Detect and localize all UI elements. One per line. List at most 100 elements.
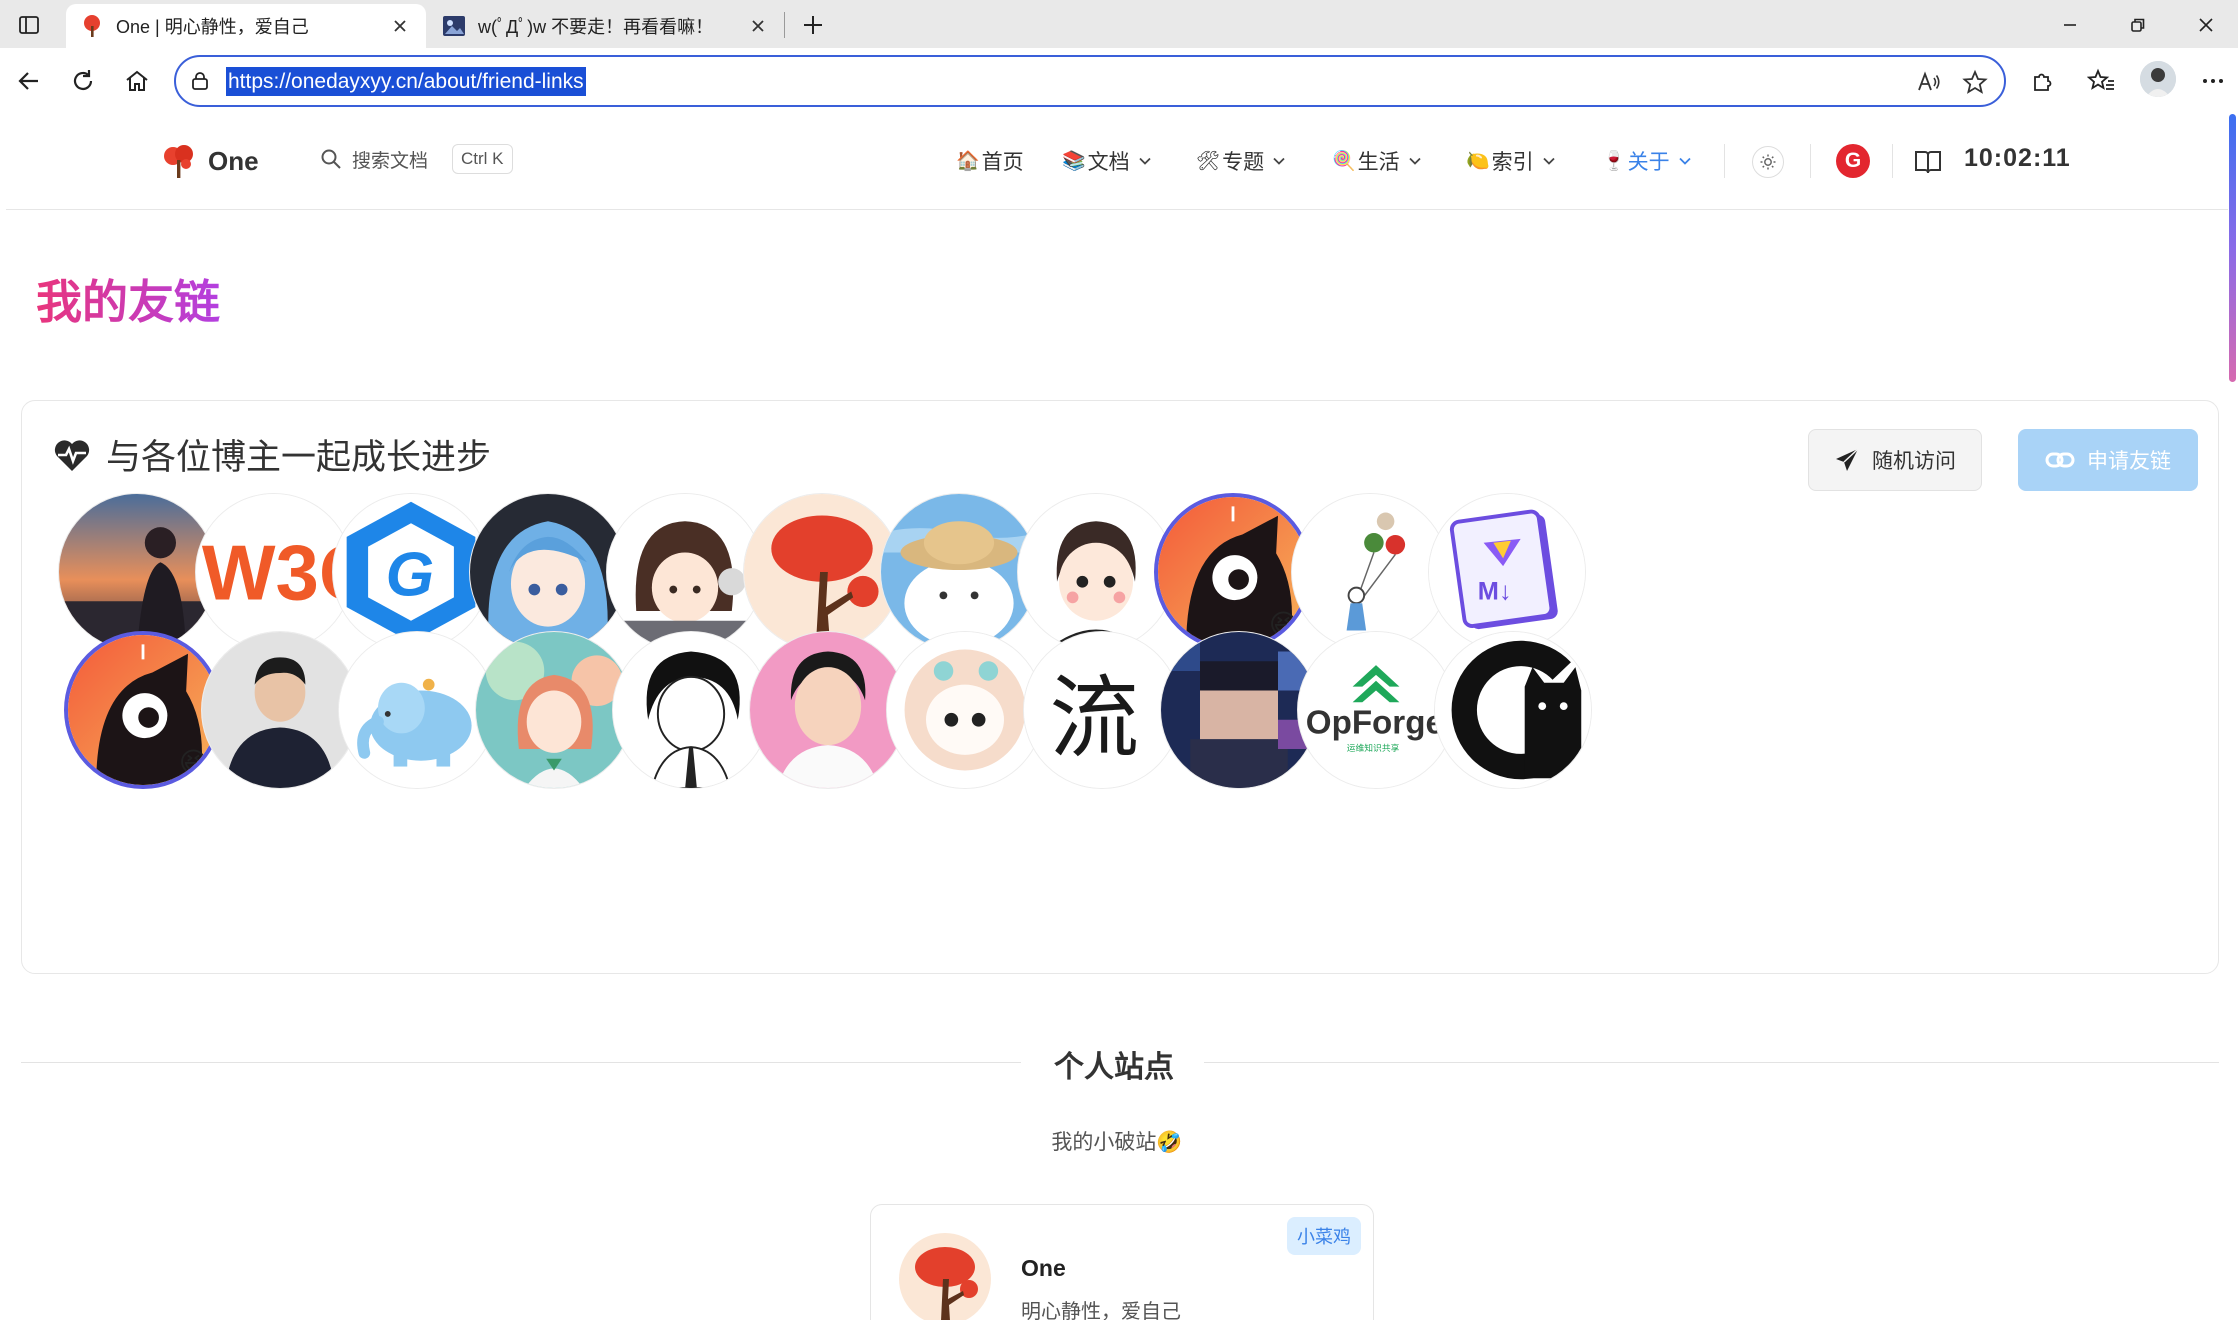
friend-avatar[interactable] [1017, 493, 1175, 651]
settings-more-icon[interactable] [2194, 62, 2232, 100]
friend-avatar[interactable] [749, 631, 907, 789]
opforge-subtext: 运维知识共享 [1347, 742, 1400, 754]
friend-avatar[interactable] [880, 493, 1038, 651]
tools-icon: 🛠 [1196, 151, 1221, 172]
friend-avatar-monster[interactable]: 😆 [1154, 493, 1312, 651]
house-icon: 🏠 [956, 151, 980, 172]
section-divider-right [1204, 1062, 2219, 1063]
nav-label: 专题 [1222, 151, 1265, 174]
sun-icon [1760, 154, 1776, 170]
site-brand[interactable]: One [160, 142, 259, 180]
friend-avatar[interactable] [606, 493, 764, 651]
books-icon: 📚 [1062, 151, 1086, 172]
section-divider-left [21, 1062, 1021, 1063]
search-shortcut: Ctrl K [452, 144, 513, 174]
favorites-icon[interactable] [2082, 62, 2120, 100]
lock-icon[interactable] [186, 67, 214, 95]
chevron-down-icon [1409, 157, 1421, 165]
favorite-star-icon[interactable] [1960, 67, 1990, 97]
panel-title: 与各位博主一起成长进步 [52, 429, 491, 480]
g-label: G [1844, 149, 1862, 172]
tab-title: w(ﾟДﾟ)w 不要走！再看看嘛！ [478, 17, 714, 37]
minimize-button[interactable] [2050, 8, 2090, 42]
restore-button[interactable] [2118, 8, 2158, 42]
web-page: One 搜索文档 Ctrl K 🏠 首页 📚 文档 🛠 专题 🍭 生活 🍋 索引… [6, 114, 2230, 1320]
image-favicon-icon [443, 16, 465, 36]
browser-tab-bar: One | 明心静性，爱自己 w(ﾟДﾟ)w 不要走！再看看嘛！ [0, 0, 2238, 48]
site-card[interactable]: One 明心静性，爱自己 小菜鸡 [870, 1204, 1374, 1320]
friend-avatar-w3c[interactable]: W3C [195, 493, 353, 651]
lemon-icon: 🍋 [1466, 151, 1490, 172]
g-cube-text: G [386, 540, 435, 609]
friend-avatar[interactable] [886, 631, 1044, 789]
friend-avatar[interactable] [475, 631, 633, 789]
nav-label: 索引 [1491, 151, 1534, 174]
back-button[interactable] [10, 62, 48, 100]
home-button[interactable] [118, 62, 156, 100]
heartbeat-icon [54, 439, 90, 471]
card-description: 明心静性，爱自己 [1021, 1301, 1181, 1320]
tab-actions-icon[interactable] [14, 10, 44, 40]
wine-icon: 🍷 [1602, 151, 1626, 172]
nav-home[interactable]: 🏠 首页 [956, 144, 1024, 178]
apply-label: 申请友链 [2087, 450, 2171, 473]
friend-avatar-opforge[interactable]: OpForge 运维知识共享 [1297, 631, 1455, 789]
nav-life[interactable]: 🍭 生活 [1332, 144, 1422, 178]
close-window-button[interactable] [2186, 8, 2226, 42]
nav-index[interactable]: 🍋 索引 [1466, 144, 1556, 178]
friend-avatar-tree[interactable] [743, 493, 901, 651]
friend-avatar-monster[interactable]: 😆 [64, 631, 222, 789]
friend-avatar[interactable] [1291, 493, 1449, 651]
random-visit-button[interactable]: 随机访问 [1808, 429, 1982, 491]
theme-toggle-button[interactable] [1752, 146, 1784, 178]
extensions-icon[interactable] [2024, 62, 2062, 100]
friend-avatar-markdown[interactable]: M↓ [1428, 493, 1586, 651]
profile-avatar[interactable] [2140, 61, 2176, 97]
nav-divider [1892, 144, 1893, 178]
close-tab-icon[interactable] [388, 14, 412, 38]
g-logo-icon[interactable]: G [1836, 144, 1870, 178]
tree-logo-icon [164, 145, 193, 178]
card-tag: 小菜鸡 [1287, 1217, 1361, 1255]
close-tab-icon[interactable] [746, 14, 770, 38]
new-tab-button[interactable] [796, 8, 830, 42]
friend-avatar-g-cube[interactable]: G [332, 493, 490, 651]
random-visit-label: 随机访问 [1872, 450, 1956, 473]
calligraphy-text: 流 [1049, 667, 1139, 771]
link-icon [2045, 452, 2075, 468]
friend-avatar-cat[interactable] [1434, 631, 1592, 789]
friend-avatar-elephant[interactable] [338, 631, 496, 789]
friend-avatar[interactable] [201, 631, 359, 789]
card-name: One [1021, 1255, 1066, 1281]
apply-friend-link-button[interactable]: 申请友链 [2018, 429, 2198, 491]
panel-title-text: 与各位博主一起成长进步 [106, 438, 492, 477]
friend-avatar[interactable] [1160, 631, 1318, 789]
friend-avatar[interactable] [469, 493, 627, 651]
friend-avatar-calligraphy[interactable]: 流 [1023, 631, 1181, 789]
search-icon [321, 149, 341, 169]
friend-avatar[interactable] [612, 631, 770, 789]
search-label: 搜索文档 [352, 150, 429, 172]
lollipop-icon: 🍭 [1332, 151, 1356, 172]
chevron-down-icon [1139, 157, 1151, 165]
nav-docs[interactable]: 📚 文档 [1062, 144, 1152, 178]
doc-search[interactable]: 搜索文档 Ctrl K [320, 144, 513, 174]
book-icon[interactable] [1912, 146, 1944, 178]
tab-two[interactable]: w(ﾟДﾟ)w 不要走！再看看嘛！ [428, 4, 784, 48]
address-bar[interactable]: https://onedayxyy.cn/about/friend-links [174, 55, 2006, 107]
opforge-text: OpForge [1306, 704, 1444, 741]
tab-one[interactable]: One | 明心静性，爱自己 [66, 4, 426, 48]
grinning-emoji-badge: 😆 [1268, 609, 1298, 640]
nav-topics[interactable]: 🛠 专题 [1196, 144, 1286, 178]
tab-title: One | 明心静性，爱自己 [116, 17, 309, 37]
nav-about[interactable]: 🍷 关于 [1602, 144, 1692, 178]
friend-avatar[interactable] [58, 493, 216, 651]
reload-button[interactable] [64, 62, 102, 100]
browser-toolbar: https://onedayxyy.cn/about/friend-links [0, 48, 2238, 114]
url-text[interactable]: https://onedayxyy.cn/about/friend-links [226, 67, 586, 96]
scrollbar-thumb[interactable] [2229, 114, 2236, 382]
friend-links-panel: 与各位博主一起成长进步 随机访问 申请友链 W3C G [21, 400, 2219, 974]
nav-divider [1810, 144, 1811, 178]
card-avatar [899, 1233, 991, 1320]
read-aloud-icon[interactable] [1914, 67, 1944, 97]
